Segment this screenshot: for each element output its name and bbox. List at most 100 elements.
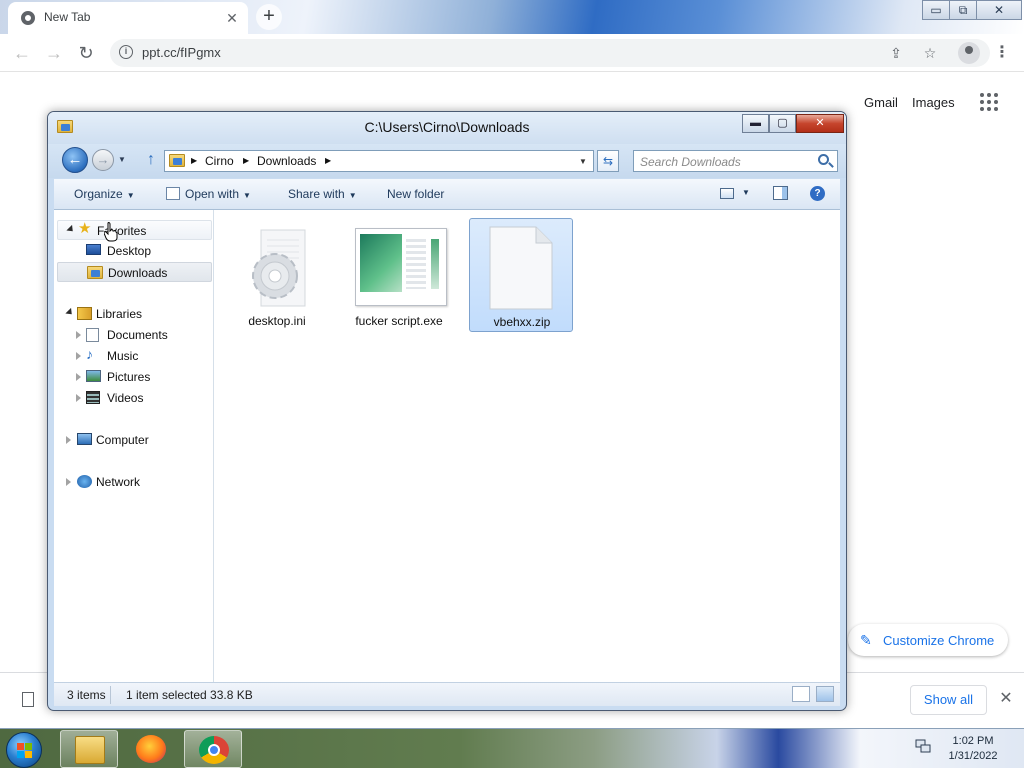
downloads-folder-icon <box>87 266 103 279</box>
expand-arrow-icon[interactable] <box>76 373 81 381</box>
address-dropdown-icon[interactable]: ▼ <box>579 157 587 166</box>
network-tray-icon[interactable] <box>915 738 931 754</box>
nav-libraries[interactable]: Libraries <box>57 304 212 324</box>
refresh-icon[interactable]: ⇆ <box>597 150 619 172</box>
view-dropdown-icon[interactable]: ▼ <box>742 188 750 197</box>
nav-favorites[interactable]: ★ Favorites <box>57 220 212 240</box>
explorer-forward-button[interactable]: → <box>92 149 114 171</box>
details-view-icon[interactable] <box>792 686 810 702</box>
folder-icon <box>169 154 185 167</box>
settings-file-icon <box>249 224 307 310</box>
expand-arrow-icon[interactable] <box>66 224 76 235</box>
network-icon <box>77 475 92 488</box>
nav-network[interactable]: Network <box>57 472 212 492</box>
expand-arrow-icon[interactable] <box>76 331 81 339</box>
status-divider <box>110 686 111 704</box>
item-count: 3 items <box>67 688 106 702</box>
tab-new-tab[interactable]: New Tab ✕ <box>8 2 248 34</box>
nav-desktop[interactable]: Desktop <box>57 241 212 261</box>
start-button[interactable] <box>6 732 42 768</box>
more-menu-icon[interactable]: ⋮ <box>994 42 1010 64</box>
address-bar[interactable]: i ppt.cc/fIPgmx ⇪ ☆ <box>110 39 990 67</box>
breadcrumb-chevron-icon[interactable]: ▶ <box>191 156 197 165</box>
nav-downloads[interactable]: Downloads <box>57 262 212 282</box>
reload-icon[interactable]: ↻ <box>74 41 98 65</box>
explorer-titlebar[interactable]: C:\Users\Cirno\Downloads ▬ ▢ ✕ <box>48 112 846 144</box>
breadcrumb-downloads[interactable]: Downloads <box>257 154 316 168</box>
explorer-back-button[interactable]: ← <box>62 147 88 173</box>
executable-icon <box>355 228 447 306</box>
new-folder-label: New folder <box>387 187 445 201</box>
organize-button[interactable]: Organize ▼ <box>74 187 135 201</box>
share-icon[interactable]: ⇪ <box>886 43 906 63</box>
download-file-icon[interactable] <box>22 692 34 707</box>
expand-arrow-icon[interactable] <box>76 352 81 360</box>
file-name: fucker script.exe <box>355 314 443 328</box>
up-arrow-icon[interactable]: ↑ <box>143 151 159 169</box>
url-text: ppt.cc/fIPgmx <box>142 45 221 60</box>
expand-arrow-icon[interactable] <box>76 394 81 402</box>
nav-pictures[interactable]: Pictures <box>57 367 212 387</box>
nav-documents[interactable]: Documents <box>57 325 212 345</box>
shelf-close-icon[interactable]: ✕ <box>996 689 1016 709</box>
images-link[interactable]: Images <box>912 95 955 110</box>
window-title: C:\Users\Cirno\Downloads <box>364 119 530 135</box>
recent-locations-icon[interactable]: ▼ <box>118 155 126 164</box>
help-icon[interactable]: ? <box>810 186 825 201</box>
nav-music[interactable]: ♪ Music <box>57 346 212 366</box>
bookmark-star-icon[interactable]: ☆ <box>920 43 940 63</box>
taskbar-chrome-button[interactable] <box>184 730 242 768</box>
open-with-button[interactable]: Open with ▼ <box>185 187 251 201</box>
change-view-icon[interactable] <box>720 188 734 199</box>
clock-time: 1:02 PM <box>952 735 994 747</box>
explorer-window: C:\Users\Cirno\Downloads ▬ ▢ ✕ ← → ▼ ↑ ▶… <box>47 111 847 711</box>
explorer-maximize-button[interactable]: ▢ <box>769 114 796 133</box>
file-desktop-ini[interactable]: desktop.ini <box>225 218 329 332</box>
search-input[interactable]: Search Downloads <box>633 150 838 172</box>
file-vbehxx-zip[interactable]: vbehxx.zip <box>469 218 573 332</box>
system-clock[interactable]: 1:02 PM 1/31/2022 <box>930 734 1016 764</box>
search-placeholder: Search Downloads <box>640 155 741 169</box>
profile-avatar-icon[interactable] <box>958 42 980 64</box>
file-fucker-script-exe[interactable]: fucker script.exe <box>347 218 451 332</box>
breadcrumb-chevron-icon[interactable]: ▶ <box>243 156 249 165</box>
large-icons-view-icon[interactable] <box>816 686 834 702</box>
share-with-button[interactable]: Share with ▼ <box>288 187 357 201</box>
browser-minimize-button[interactable]: ▭ <box>922 0 950 20</box>
customize-chrome-button[interactable]: ✎ Customize Chrome <box>848 624 1008 656</box>
tab-title: New Tab <box>44 10 91 24</box>
breadcrumb-cirno[interactable]: Cirno <box>205 154 234 168</box>
google-apps-icon[interactable] <box>980 93 1000 113</box>
taskbar-explorer-button[interactable] <box>60 730 118 768</box>
nav-computer[interactable]: Computer <box>57 430 212 450</box>
search-icon[interactable] <box>818 154 829 165</box>
expand-arrow-icon[interactable] <box>66 478 71 486</box>
taskbar-firefox-button[interactable] <box>122 730 180 768</box>
explorer-minimize-button[interactable]: ▬ <box>742 114 769 133</box>
site-info-icon[interactable]: i <box>119 45 133 59</box>
breadcrumb-chevron-icon[interactable]: ▶ <box>325 156 331 165</box>
explorer-address-bar[interactable]: ▶ Cirno ▶ Downloads ▶ ▼ <box>164 150 594 172</box>
nav-videos[interactable]: Videos <box>57 388 212 408</box>
desktop-icon <box>86 244 101 255</box>
browser-restore-button[interactable]: ⧉ <box>949 0 977 20</box>
new-tab-button[interactable]: + <box>256 4 282 30</box>
pictures-icon <box>86 370 101 382</box>
expand-arrow-icon[interactable] <box>66 436 71 444</box>
explorer-close-button[interactable]: ✕ <box>796 114 844 133</box>
browser-close-button[interactable]: ✕ <box>976 0 1022 20</box>
back-arrow-icon[interactable]: ← <box>10 41 34 65</box>
tab-close-icon[interactable]: ✕ <box>222 8 242 28</box>
show-all-button[interactable]: Show all <box>910 685 987 715</box>
forward-arrow-icon[interactable]: → <box>42 41 66 65</box>
libraries-icon <box>77 307 92 320</box>
nav-computer-label: Computer <box>96 433 149 447</box>
gmail-link[interactable]: Gmail <box>864 95 898 110</box>
status-bar: 3 items 1 item selected 33.8 KB <box>54 682 840 706</box>
preview-pane-icon[interactable] <box>773 186 788 200</box>
file-name: desktop.ini <box>248 314 306 328</box>
taskbar <box>0 728 1024 768</box>
nav-documents-label: Documents <box>107 328 168 342</box>
expand-arrow-icon[interactable] <box>65 307 75 318</box>
new-folder-button[interactable]: New folder <box>387 187 444 201</box>
